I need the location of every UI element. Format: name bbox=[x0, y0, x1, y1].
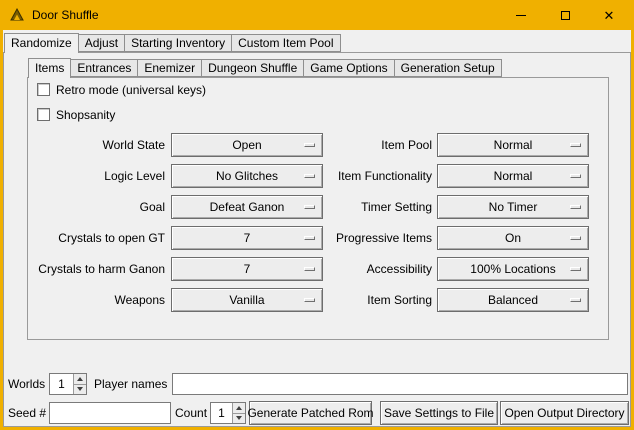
tab-label: Items bbox=[35, 61, 64, 75]
field-label-crystals-gt: Crystals to open GT bbox=[23, 231, 165, 246]
dropdown-indicator bbox=[570, 205, 581, 209]
tab-game-options[interactable]: Game Options bbox=[303, 59, 394, 77]
dropdown-item-sorting[interactable]: Balanced bbox=[437, 288, 589, 312]
dropdown-value: No Glitches bbox=[216, 169, 278, 183]
dropdown-value: On bbox=[505, 231, 521, 245]
dropdown-value: Open bbox=[232, 138, 261, 152]
down-arrow-icon bbox=[236, 416, 242, 420]
dropdown-accessibility[interactable]: 100% Locations bbox=[437, 257, 589, 281]
tab-label: Adjust bbox=[85, 36, 118, 50]
dropdown-value: Normal bbox=[494, 169, 533, 183]
field-label-item-functionality: Item Functionality bbox=[299, 169, 432, 184]
tab-items[interactable]: Items bbox=[28, 58, 71, 78]
dropdown-item-functionality[interactable]: Normal bbox=[437, 164, 589, 188]
worlds-spinner-down[interactable] bbox=[74, 385, 86, 395]
tab-label: Enemizer bbox=[144, 61, 195, 75]
worlds-spinner-up[interactable] bbox=[74, 374, 86, 385]
checkbox-label: Shopsanity bbox=[56, 108, 115, 122]
checkbox-shopsanity[interactable] bbox=[37, 108, 50, 121]
count-spinner-up[interactable] bbox=[233, 403, 245, 414]
count-spinner bbox=[232, 403, 245, 423]
outer-tabstrip: Randomize Adjust Starting Inventory Cust… bbox=[4, 32, 341, 52]
seed-label: Seed # bbox=[8, 406, 46, 420]
field-label-world-state: World State bbox=[23, 138, 165, 153]
close-button[interactable]: ✕ bbox=[587, 0, 631, 30]
tab-label: Entrances bbox=[77, 61, 131, 75]
app-window: Door Shuffle ✕ Randomize Adjust Starting… bbox=[0, 0, 634, 430]
tab-entrances[interactable]: Entrances bbox=[70, 59, 138, 77]
seed-input[interactable] bbox=[49, 402, 171, 424]
tab-label: Dungeon Shuffle bbox=[208, 61, 297, 75]
minimize-button[interactable] bbox=[499, 0, 543, 30]
tab-dungeon-shuffle[interactable]: Dungeon Shuffle bbox=[201, 59, 304, 77]
tab-starting-inventory[interactable]: Starting Inventory bbox=[124, 34, 232, 52]
dropdown-indicator bbox=[570, 267, 581, 271]
count-spinner-down[interactable] bbox=[233, 414, 245, 424]
window-content: Randomize Adjust Starting Inventory Cust… bbox=[3, 30, 631, 427]
dropdown-indicator bbox=[570, 143, 581, 147]
field-label-item-pool: Item Pool bbox=[299, 138, 432, 153]
up-arrow-icon bbox=[236, 406, 242, 410]
field-label-timer-setting: Timer Setting bbox=[299, 200, 432, 215]
up-arrow-icon bbox=[77, 377, 83, 381]
maximize-button[interactable] bbox=[543, 0, 587, 30]
worlds-spinbox bbox=[49, 373, 87, 395]
down-arrow-icon bbox=[77, 387, 83, 391]
checkbox-retro-mode[interactable] bbox=[37, 83, 50, 96]
open-output-button[interactable]: Open Output Directory bbox=[500, 401, 629, 425]
dropdown-indicator bbox=[570, 298, 581, 302]
minimize-icon bbox=[516, 15, 526, 16]
worlds-spinner bbox=[73, 374, 86, 394]
dropdown-value: Normal bbox=[494, 138, 533, 152]
dropdown-value: 100% Locations bbox=[470, 262, 555, 276]
dropdown-value: 7 bbox=[244, 262, 251, 276]
dropdown-value: 7 bbox=[244, 231, 251, 245]
maximize-icon bbox=[561, 11, 570, 20]
field-label-goal: Goal bbox=[23, 200, 165, 215]
titlebar[interactable]: Door Shuffle ✕ bbox=[0, 0, 634, 30]
tab-label: Custom Item Pool bbox=[238, 36, 333, 50]
dropdown-progressive-items[interactable]: On bbox=[437, 226, 589, 250]
generate-rom-button[interactable]: Generate Patched Rom bbox=[249, 401, 372, 425]
tab-label: Generation Setup bbox=[401, 61, 495, 75]
save-settings-button[interactable]: Save Settings to File bbox=[380, 401, 498, 425]
tab-custom-item-pool[interactable]: Custom Item Pool bbox=[231, 34, 340, 52]
tab-label: Game Options bbox=[310, 61, 387, 75]
retro-mode-row: Retro mode (universal keys) bbox=[37, 82, 206, 97]
count-spinbox bbox=[210, 402, 246, 424]
inner-tabstrip: Items Entrances Enemizer Dungeon Shuffle… bbox=[28, 57, 502, 77]
dropdown-value: No Timer bbox=[489, 200, 538, 214]
dropdown-timer-setting[interactable]: No Timer bbox=[437, 195, 589, 219]
app-icon bbox=[9, 7, 25, 23]
window-title: Door Shuffle bbox=[32, 8, 99, 22]
field-label-item-sorting: Item Sorting bbox=[299, 293, 432, 308]
player-names-label: Player names bbox=[94, 377, 167, 391]
tab-generation-setup[interactable]: Generation Setup bbox=[394, 59, 502, 77]
worlds-input[interactable] bbox=[50, 374, 73, 394]
field-label-crystals-ganon: Crystals to harm Ganon bbox=[23, 262, 165, 277]
worlds-label: Worlds bbox=[8, 377, 45, 391]
dropdown-value: Vanilla bbox=[229, 293, 264, 307]
shopsanity-row: Shopsanity bbox=[37, 107, 115, 122]
close-icon: ✕ bbox=[604, 9, 615, 22]
tab-enemizer[interactable]: Enemizer bbox=[137, 59, 202, 77]
dropdown-item-pool[interactable]: Normal bbox=[437, 133, 589, 157]
field-label-accessibility: Accessibility bbox=[299, 262, 432, 277]
dropdown-indicator bbox=[570, 174, 581, 178]
field-label-weapons: Weapons bbox=[23, 293, 165, 308]
tab-randomize[interactable]: Randomize bbox=[4, 33, 79, 53]
dropdown-indicator bbox=[570, 236, 581, 240]
field-label-progressive-items: Progressive Items bbox=[299, 231, 432, 246]
field-label-logic-level: Logic Level bbox=[23, 169, 165, 184]
dropdown-value: Defeat Ganon bbox=[210, 200, 285, 214]
tab-adjust[interactable]: Adjust bbox=[78, 34, 125, 52]
tab-label: Randomize bbox=[11, 36, 72, 50]
count-input[interactable] bbox=[211, 403, 232, 423]
checkbox-label: Retro mode (universal keys) bbox=[56, 83, 206, 97]
count-label: Count bbox=[175, 406, 207, 420]
player-names-input[interactable] bbox=[172, 373, 628, 395]
dropdown-value: Balanced bbox=[488, 293, 538, 307]
tab-label: Starting Inventory bbox=[131, 36, 225, 50]
